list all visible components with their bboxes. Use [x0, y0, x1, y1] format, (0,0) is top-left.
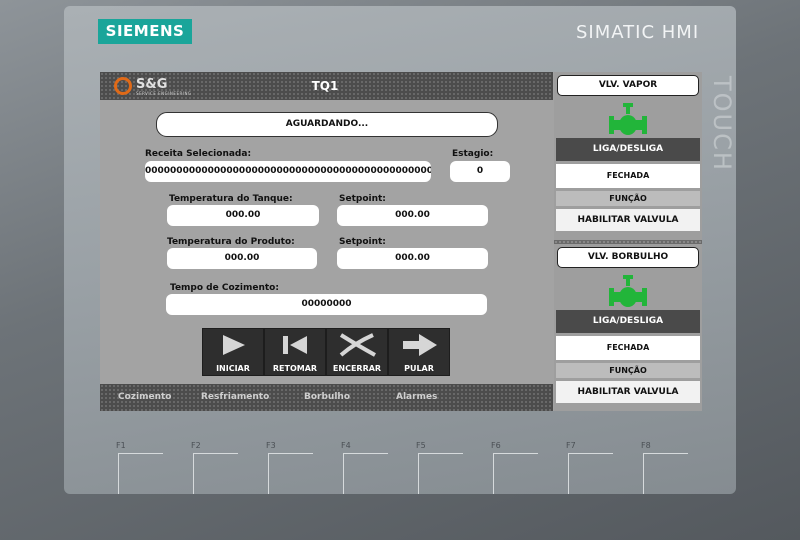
stage-label: Estagio: — [452, 149, 494, 159]
resume-button[interactable]: RETOMAR — [264, 328, 326, 376]
cook-time-field: 00000000 — [166, 294, 487, 315]
function-key-f4[interactable]: F4 — [341, 441, 388, 494]
nav-tab-resfriamento[interactable]: Resfriamento — [201, 392, 269, 402]
function-key-f1[interactable]: F1 — [116, 441, 163, 494]
tank-temp-label: Temperatura do Tanque: — [169, 194, 293, 204]
skip-button-label: PULAR — [404, 364, 434, 373]
valve-title: VLV. VAPOR — [557, 75, 699, 96]
resume-button-label: RETOMAR — [272, 364, 318, 373]
recipe-field[interactable]: 0000000000000000000000000000000000000000… — [145, 161, 431, 182]
nav-tab-cozimento[interactable]: Cozimento — [118, 392, 172, 402]
page-title: TQ1 — [311, 79, 339, 93]
function-key-f7[interactable]: F7 — [566, 441, 613, 494]
function-key-label: F5 — [416, 441, 426, 450]
hmi-device-bezel: SIEMENS SIMATIC HMI TOUCH S&G SERVICE EN… — [0, 0, 800, 540]
play-icon — [223, 335, 245, 355]
valve-state: FECHADA — [556, 336, 700, 360]
arrow-right-icon — [403, 334, 437, 356]
key-outline — [268, 453, 313, 494]
valve-sidebar: VLV. VAPOR LIGA/DESLIGA FECHADA FUNÇÃO H… — [554, 72, 702, 411]
key-outline — [118, 453, 163, 494]
valve-icon — [609, 275, 647, 307]
function-key-f6[interactable]: F6 — [491, 441, 538, 494]
siemens-logo: SIEMENS — [98, 19, 192, 44]
screen-header: S&G SERVICE ENGINEERING TQ1 — [100, 72, 553, 100]
valve-toggle-button[interactable]: LIGA/DESLIGA — [556, 310, 700, 333]
start-button[interactable]: INICIAR — [202, 328, 264, 376]
key-outline — [493, 453, 538, 494]
function-key-label: F3 — [266, 441, 276, 450]
hmi-screen: S&G SERVICE ENGINEERING TQ1 AGUARDANDO..… — [100, 72, 702, 411]
function-key-label: F8 — [641, 441, 651, 450]
key-outline — [343, 453, 388, 494]
status-display: AGUARDANDO... — [156, 112, 498, 137]
cook-time-label: Tempo de Cozimento: — [170, 283, 279, 293]
touch-label: TOUCH — [708, 76, 736, 172]
function-key-f8[interactable]: F8 — [641, 441, 688, 494]
finish-button-label: ENCERRAR — [332, 364, 382, 373]
nav-tab-borbulho[interactable]: Borbulho — [304, 392, 350, 402]
function-key-label: F2 — [191, 441, 201, 450]
valve-panel-borbulho: VLV. BORBULHO LIGA/DESLIGA FECHADA FUNÇÃ… — [554, 244, 702, 411]
finish-button[interactable]: ENCERRAR — [326, 328, 388, 376]
valve-toggle-button[interactable]: LIGA/DESLIGA — [556, 138, 700, 161]
key-outline — [418, 453, 463, 494]
key-outline — [568, 453, 613, 494]
product-setpoint-field[interactable]: 000.00 — [337, 248, 488, 269]
gear-icon — [114, 77, 132, 95]
valve-panel-vapor: VLV. VAPOR LIGA/DESLIGA FECHADA FUNÇÃO H… — [554, 72, 702, 240]
function-key-label: F4 — [341, 441, 351, 450]
valve-icon — [609, 103, 647, 135]
logo-subtext: SERVICE ENGINEERING — [136, 91, 192, 96]
function-key-label: F6 — [491, 441, 501, 450]
skip-button[interactable]: PULAR — [388, 328, 450, 376]
function-key-f2[interactable]: F2 — [191, 441, 238, 494]
function-key-label: F7 — [566, 441, 576, 450]
nav-tab-alarmes[interactable]: Alarmes — [396, 392, 437, 402]
stage-field[interactable]: 0 — [450, 161, 510, 182]
tank-setpoint-label: Setpoint: — [339, 194, 386, 204]
valve-function-label: FUNÇÃO — [556, 191, 700, 206]
enable-valve-button[interactable]: HABILITAR VALVULA — [556, 209, 700, 231]
recipe-label: Receita Selecionada: — [145, 149, 252, 159]
company-logo: S&G SERVICE ENGINEERING — [114, 77, 198, 97]
tank-setpoint-field[interactable]: 000.00 — [337, 205, 488, 226]
cancel-x-icon — [339, 333, 376, 357]
product-temp-field: 000.00 — [167, 248, 317, 269]
function-key-f3[interactable]: F3 — [266, 441, 313, 494]
nav-bar: Cozimento Resfriamento Borbulho Alarmes — [100, 384, 553, 411]
product-setpoint-label: Setpoint: — [339, 237, 386, 247]
valve-title: VLV. BORBULHO — [557, 247, 699, 268]
function-key-label: F1 — [116, 441, 126, 450]
product-temp-label: Temperatura do Produto: — [167, 237, 295, 247]
skip-back-icon — [283, 336, 307, 354]
key-outline — [193, 453, 238, 494]
enable-valve-button[interactable]: HABILITAR VALVULA — [556, 381, 700, 403]
start-button-label: INICIAR — [216, 364, 250, 373]
valve-function-label: FUNÇÃO — [556, 363, 700, 378]
device-model: SIMATIC HMI — [576, 22, 700, 43]
key-outline — [643, 453, 688, 494]
function-key-f5[interactable]: F5 — [416, 441, 463, 494]
valve-state: FECHADA — [556, 164, 700, 188]
tank-temp-field: 000.00 — [167, 205, 319, 226]
logo-text: S&G — [136, 77, 168, 92]
